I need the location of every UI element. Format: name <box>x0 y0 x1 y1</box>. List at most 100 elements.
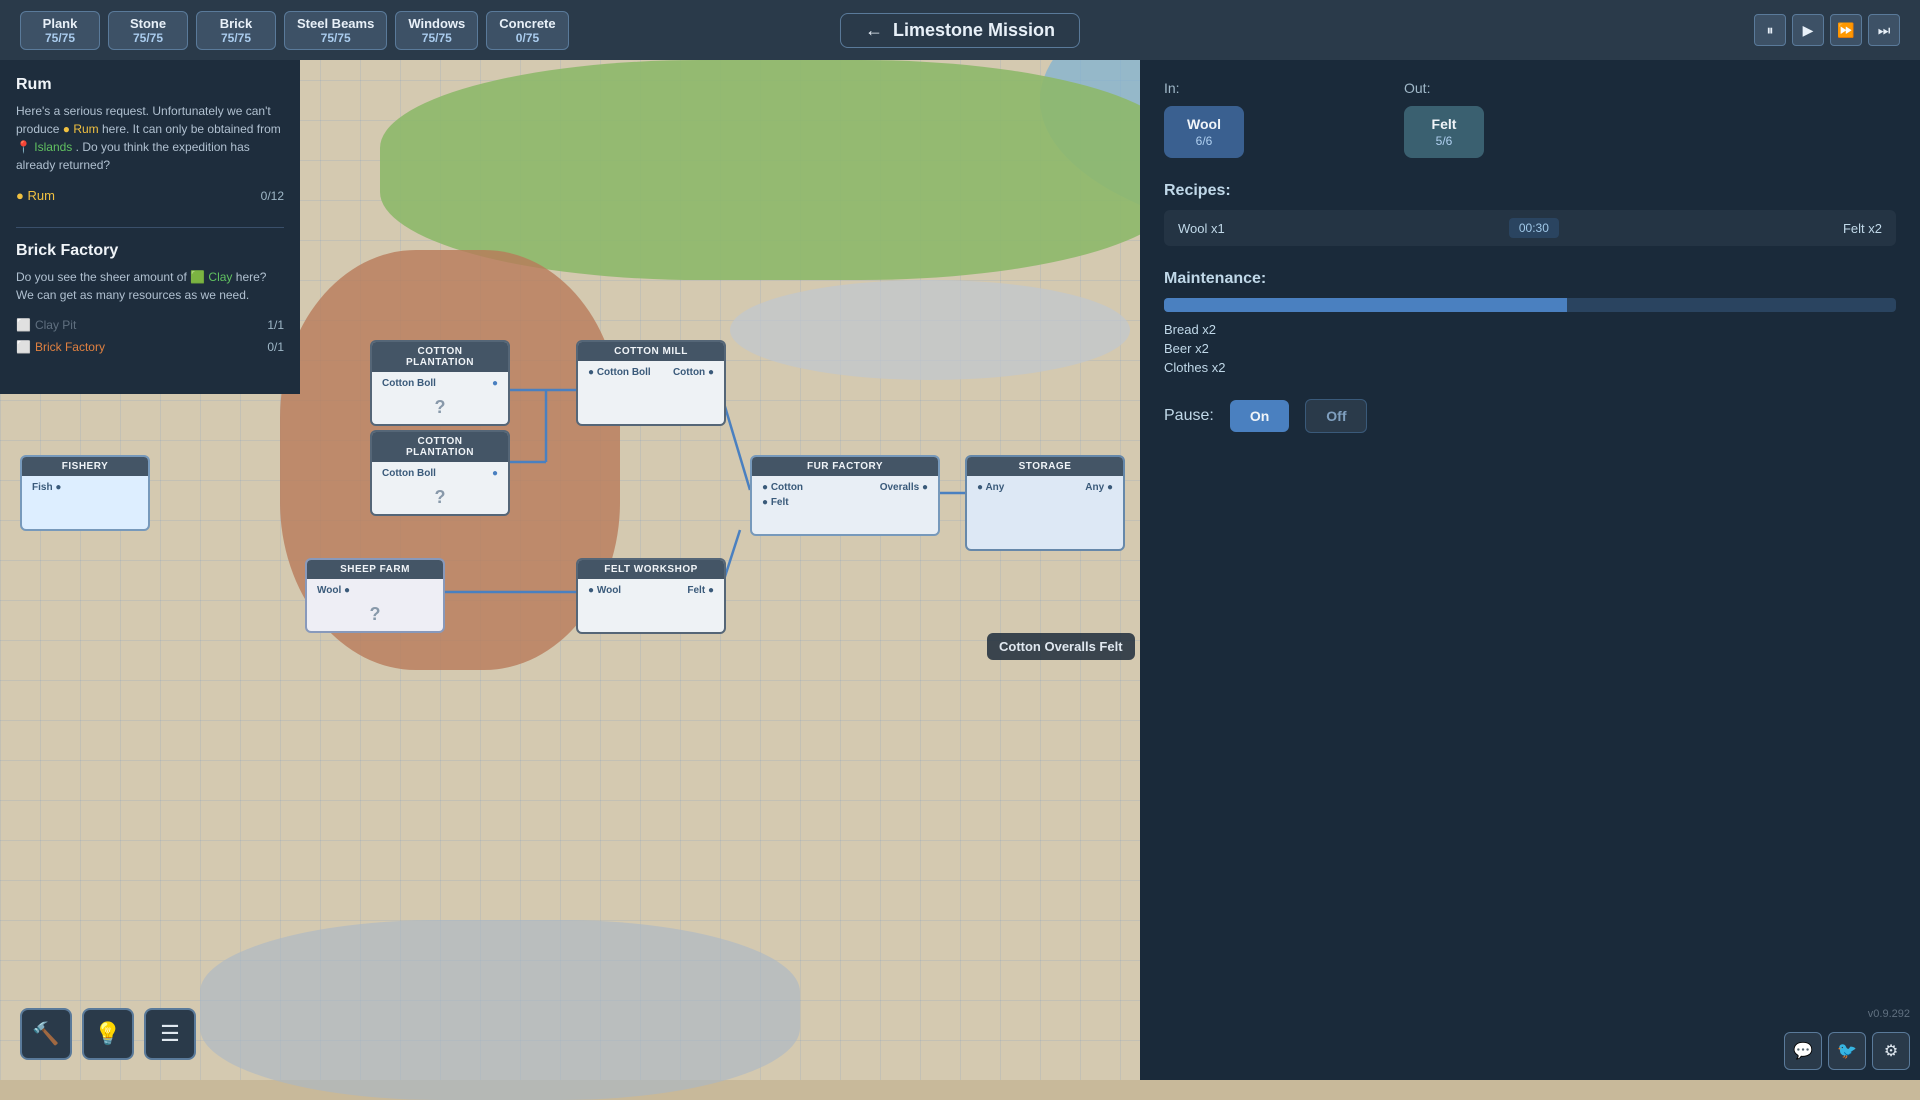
node-io-fishery: Fish ● <box>32 482 138 493</box>
recipe-row[interactable]: Wool x1 00:30 Felt x2 <box>1164 210 1896 246</box>
settings-button[interactable]: ⚙ <box>1872 1032 1910 1070</box>
fast-forward-btn[interactable]: ⏩ <box>1830 14 1862 46</box>
pause-on-button[interactable]: On <box>1230 400 1289 432</box>
skip-btn[interactable]: ⏭ <box>1868 14 1900 46</box>
output-resource-count: 5/6 <box>1420 134 1468 148</box>
quest-brick-factory: Brick Factory Do you see the sheer amoun… <box>16 242 284 358</box>
building-fur-factory[interactable]: FUR FACTORY ● Cotton Overalls ● ● Felt <box>750 455 940 536</box>
input-resource-name: Wool <box>1180 116 1228 132</box>
quest-rum-resource-row: ● Rum 0/12 <box>16 184 284 207</box>
input-resource-count: 6/6 <box>1180 134 1228 148</box>
node-io-storage: ● Any Any ● <box>977 482 1113 493</box>
building-felt-workshop-map[interactable]: FELT WORKSHOP ● Wool Felt ● <box>576 558 726 634</box>
maintenance-section: Maintenance: Bread x2 Beer x2 Clothes x2 <box>1164 270 1896 375</box>
water-bottom <box>200 920 800 1100</box>
brick-item-brick-factory: ⬜ Brick Factory 0/1 <box>16 336 284 358</box>
building-cotton-mill[interactable]: COTTON MILL ● Cotton Boll Cotton ● <box>576 340 726 426</box>
top-bar: Plank 75/75 Stone 75/75 Brick 75/75 Stee… <box>0 0 1920 60</box>
resource-stone: Stone 75/75 <box>108 11 188 50</box>
recipe-output: Felt x2 <box>1843 221 1882 236</box>
output-column: Out: Felt 5/6 <box>1404 80 1484 158</box>
quest-rum-text3: here. It can only be obtained from <box>102 122 281 136</box>
back-arrow[interactable]: ← <box>865 20 883 41</box>
node-input-fw: ● Wool <box>588 585 621 596</box>
social-buttons: 💬 🐦 ⚙ <box>1784 1032 1910 1070</box>
quest-brick-text1: Do you see the sheer amount of <box>16 270 187 284</box>
brick-factory-icon: ⬜ <box>16 340 31 354</box>
pause-btn[interactable]: ⏸ <box>1754 14 1786 46</box>
node-io-fur2: ● Felt <box>762 497 928 508</box>
menu-tool-button[interactable]: ☰ <box>144 1008 196 1060</box>
quest-brick-text: Do you see the sheer amount of 🟩 Clay he… <box>16 268 284 304</box>
maintenance-item-0: Bread x2 <box>1164 322 1896 337</box>
clay-pit-count: 1/1 <box>267 318 284 332</box>
building-cotton-plantation-2[interactable]: COTTON PLANTATION Cotton Boll ● ? <box>370 430 510 516</box>
discord-button[interactable]: 💬 <box>1784 1032 1822 1070</box>
maintenance-label: Maintenance: <box>1164 270 1896 288</box>
node-question-sf: ? <box>317 604 433 625</box>
node-output-fur: Overalls ● <box>880 482 928 493</box>
map-label-cotton-overalls: Cotton Overalls Felt <box>987 633 1135 660</box>
in-label: In: <box>1164 80 1244 96</box>
building-storage[interactable]: STORAGE ● Any Any ● <box>965 455 1125 551</box>
output-resource-card: Felt 5/6 <box>1404 106 1484 158</box>
node-io-cm: ● Cotton Boll Cotton ● <box>588 367 714 378</box>
node-io-cp2: Cotton Boll ● <box>382 468 498 479</box>
node-output-cp1: Cotton Boll <box>382 378 436 389</box>
node-input-cm: ● Cotton Boll <box>588 367 651 378</box>
node-io-cp1: Cotton Boll ● <box>382 378 498 389</box>
maintenance-bar-fill <box>1164 298 1567 312</box>
quest-rum-location: 📍 Islands <box>16 140 72 154</box>
play-btn[interactable]: ▶ <box>1792 14 1824 46</box>
quest-brick-clay: 🟩 Clay <box>190 270 232 284</box>
brick-factory-link[interactable]: ⬜ Brick Factory <box>16 340 105 354</box>
resource-concrete: Concrete 0/75 <box>486 11 568 50</box>
input-column: In: Wool 6/6 <box>1164 80 1244 158</box>
pause-label: Pause: <box>1164 407 1214 425</box>
resource-brick: Brick 75/75 <box>196 11 276 50</box>
node-io-fw: ● Wool Felt ● <box>588 585 714 596</box>
left-panel: Rum Here's a serious request. Unfortunat… <box>0 60 300 394</box>
quest-rum-text: Here's a serious request. Unfortunately … <box>16 102 284 174</box>
quest-divider <box>16 227 284 228</box>
node-title-cm: COTTON MILL <box>578 342 724 361</box>
mission-name: Limestone Mission <box>893 20 1055 41</box>
node-input-fur2: ● Felt <box>762 497 789 508</box>
building-cotton-plantation-1[interactable]: COTTON PLANTATION Cotton Boll ● ? <box>370 340 510 426</box>
brick-item-clay-pit: ⬜ Clay Pit 1/1 <box>16 314 284 336</box>
node-question-cp1: ? <box>382 397 498 418</box>
node-title-storage: STORAGE <box>967 457 1123 476</box>
hammer-tool-button[interactable]: 🔨 <box>20 1008 72 1060</box>
resource-windows: Windows 75/75 <box>395 11 478 50</box>
fog-1 <box>730 280 1130 380</box>
recipe-time: 00:30 <box>1509 218 1559 238</box>
brick-factory-label: Brick Factory <box>35 340 105 354</box>
building-fishery[interactable]: FISHERY Fish ● <box>20 455 150 531</box>
clay-pit-link[interactable]: ⬜ Clay Pit <box>16 318 76 332</box>
mission-title[interactable]: ← Limestone Mission <box>840 13 1080 48</box>
brick-factory-count: 0/1 <box>267 340 284 354</box>
bottom-toolbar: 🔨 💡 ☰ <box>20 1008 196 1060</box>
quest-rum-resource: ● Rum <box>63 122 99 136</box>
rum-count: 0/12 <box>261 189 284 203</box>
quest-brick-title: Brick Factory <box>16 242 284 260</box>
quest-rum-title: Rum <box>16 76 284 94</box>
lightbulb-tool-button[interactable]: 💡 <box>82 1008 134 1060</box>
quest-rum: Rum Here's a serious request. Unfortunat… <box>16 76 284 207</box>
node-io-sf: Wool ● <box>317 585 433 596</box>
node-input-storage: ● Any <box>977 482 1004 493</box>
node-output-sf: Wool ● <box>317 585 350 596</box>
node-title-fw: FELT WORKSHOP <box>578 560 724 579</box>
node-output-fishery: Fish ● <box>32 482 61 493</box>
rum-dot: ● Rum <box>16 188 55 203</box>
node-output-storage: Any ● <box>1085 482 1113 493</box>
version-text: v0.9.292 <box>1868 1008 1910 1020</box>
right-panel: Felt Workshop ✕ In: Wool 6/6 Out: Felt 5… <box>1140 0 1920 1080</box>
clay-pit-icon: ⬜ <box>16 318 31 332</box>
node-title-cp2: COTTON PLANTATION <box>372 432 508 462</box>
maintenance-item-2: Clothes x2 <box>1164 360 1896 375</box>
twitter-button[interactable]: 🐦 <box>1828 1032 1866 1070</box>
node-output-cp2: Cotton Boll <box>382 468 436 479</box>
building-sheep-farm[interactable]: SHEEP FARM Wool ● ? <box>305 558 445 633</box>
pause-off-button[interactable]: Off <box>1305 399 1367 433</box>
